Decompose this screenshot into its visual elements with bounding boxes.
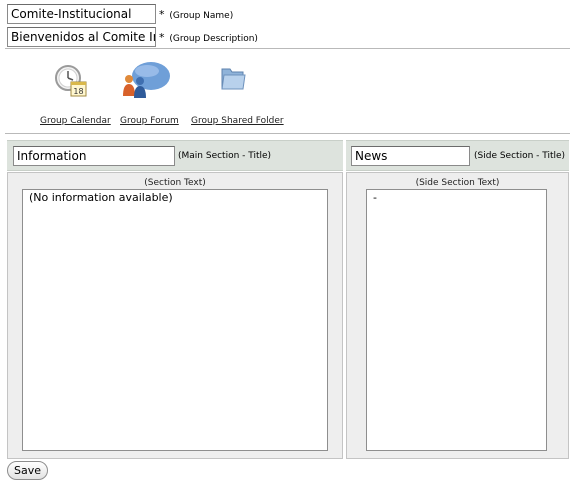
required-mark: *	[159, 8, 165, 21]
side-section-text-area[interactable]: -	[366, 189, 547, 451]
section-text-area[interactable]: (No information available)	[22, 189, 328, 451]
side-section-text-caption: (Side Section Text)	[415, 178, 500, 188]
folder-icon[interactable]	[219, 64, 247, 92]
calendar-clock-icon[interactable]: 18	[53, 63, 89, 99]
group-calendar-link[interactable]: Group Calendar	[40, 116, 111, 126]
section-text-caption: (Section Text)	[144, 178, 206, 188]
calendar-day: 18	[73, 87, 83, 96]
main-section-title-note: (Main Section - Title)	[178, 151, 272, 161]
divider	[5, 48, 570, 49]
group-name-label: (Group Name)	[169, 11, 234, 21]
group-description-note: * (Group Description)	[159, 32, 258, 45]
group-shared-folder-link[interactable]: Group Shared Folder	[191, 116, 284, 126]
divider	[5, 133, 570, 134]
main-section-title-input[interactable]: Information	[13, 146, 175, 166]
group-forum-link[interactable]: Group Forum	[120, 116, 179, 126]
save-button[interactable]: Save	[7, 461, 48, 480]
forum-people-icon[interactable]	[120, 60, 172, 100]
group-description-input[interactable]: Bienvenidos al Comite Inst	[7, 27, 156, 47]
group-name-input[interactable]: Comite-Institucional	[7, 4, 156, 24]
group-name-note: * (Group Name)	[159, 9, 233, 22]
side-section-title-input[interactable]: News	[351, 146, 470, 166]
side-section-title-note: (Side Section - Title)	[474, 151, 566, 161]
required-mark: *	[159, 31, 165, 44]
group-description-label: (Group Description)	[169, 34, 258, 44]
